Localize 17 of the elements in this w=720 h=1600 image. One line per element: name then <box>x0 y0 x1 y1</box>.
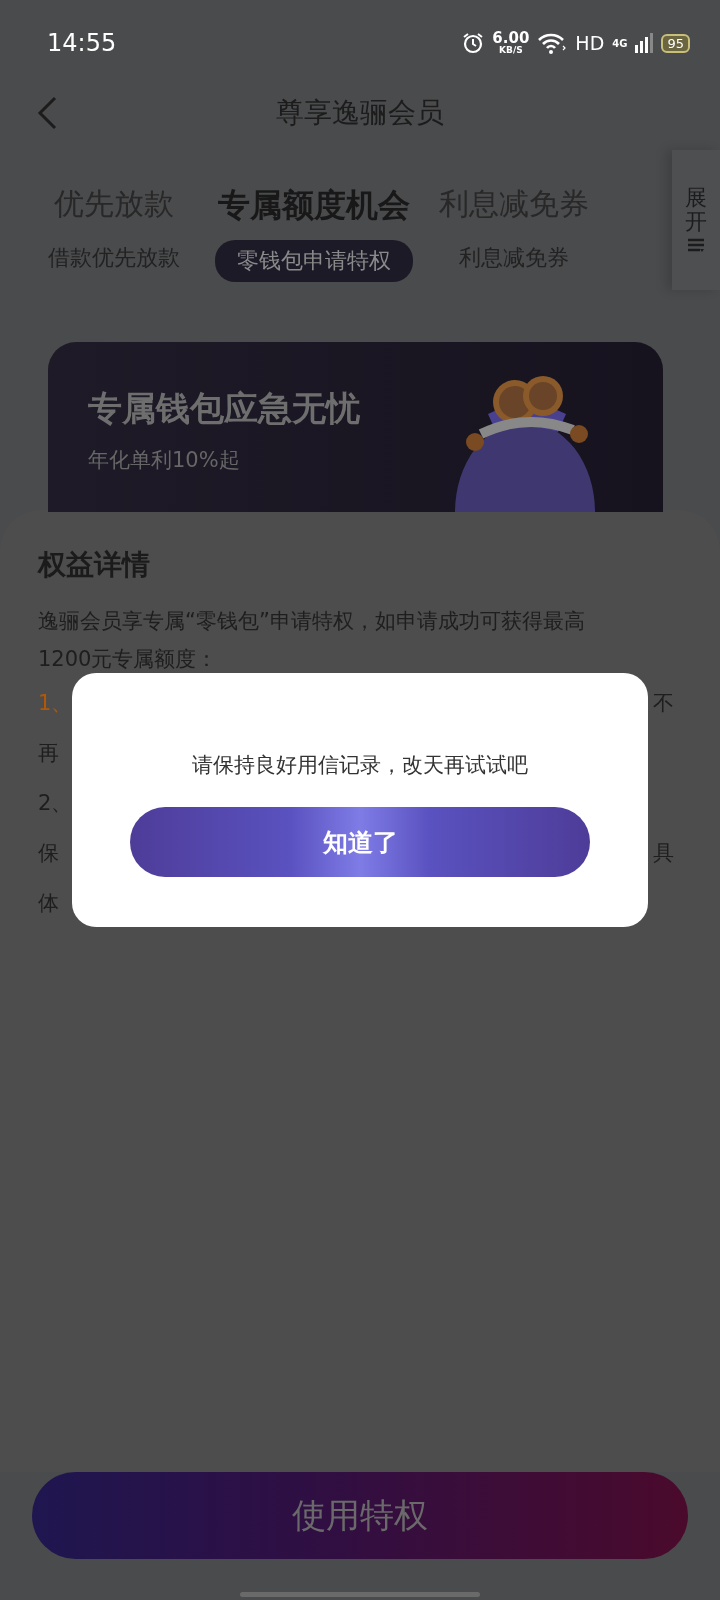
speed-value: 6.00 <box>492 31 530 46</box>
confirm-button[interactable]: 知道了 <box>130 807 590 877</box>
back-icon[interactable] <box>36 96 58 130</box>
banner-title: 专属钱包应急无忧 <box>88 387 361 430</box>
signal-label: 4G <box>612 37 628 49</box>
banner-subtitle: 年化单利10%起 <box>88 447 241 474</box>
alarm-icon <box>462 32 485 54</box>
speed-unit: KB/S <box>499 46 523 55</box>
wifi-icon <box>537 32 568 54</box>
network-label: HD <box>575 32 605 54</box>
text-fragment: 1、 <box>38 690 73 717</box>
battery-level: 95 <box>661 33 690 53</box>
use-privilege-button[interactable]: 使用特权 <box>32 1472 688 1559</box>
clock-time: 14:55 <box>47 29 118 57</box>
subtab-label[interactable]: 零钱包申请特权 <box>215 240 413 282</box>
signal-icon <box>635 33 654 53</box>
dialog-message: 请保持良好用信记录，改天再试试吧 <box>192 752 528 779</box>
